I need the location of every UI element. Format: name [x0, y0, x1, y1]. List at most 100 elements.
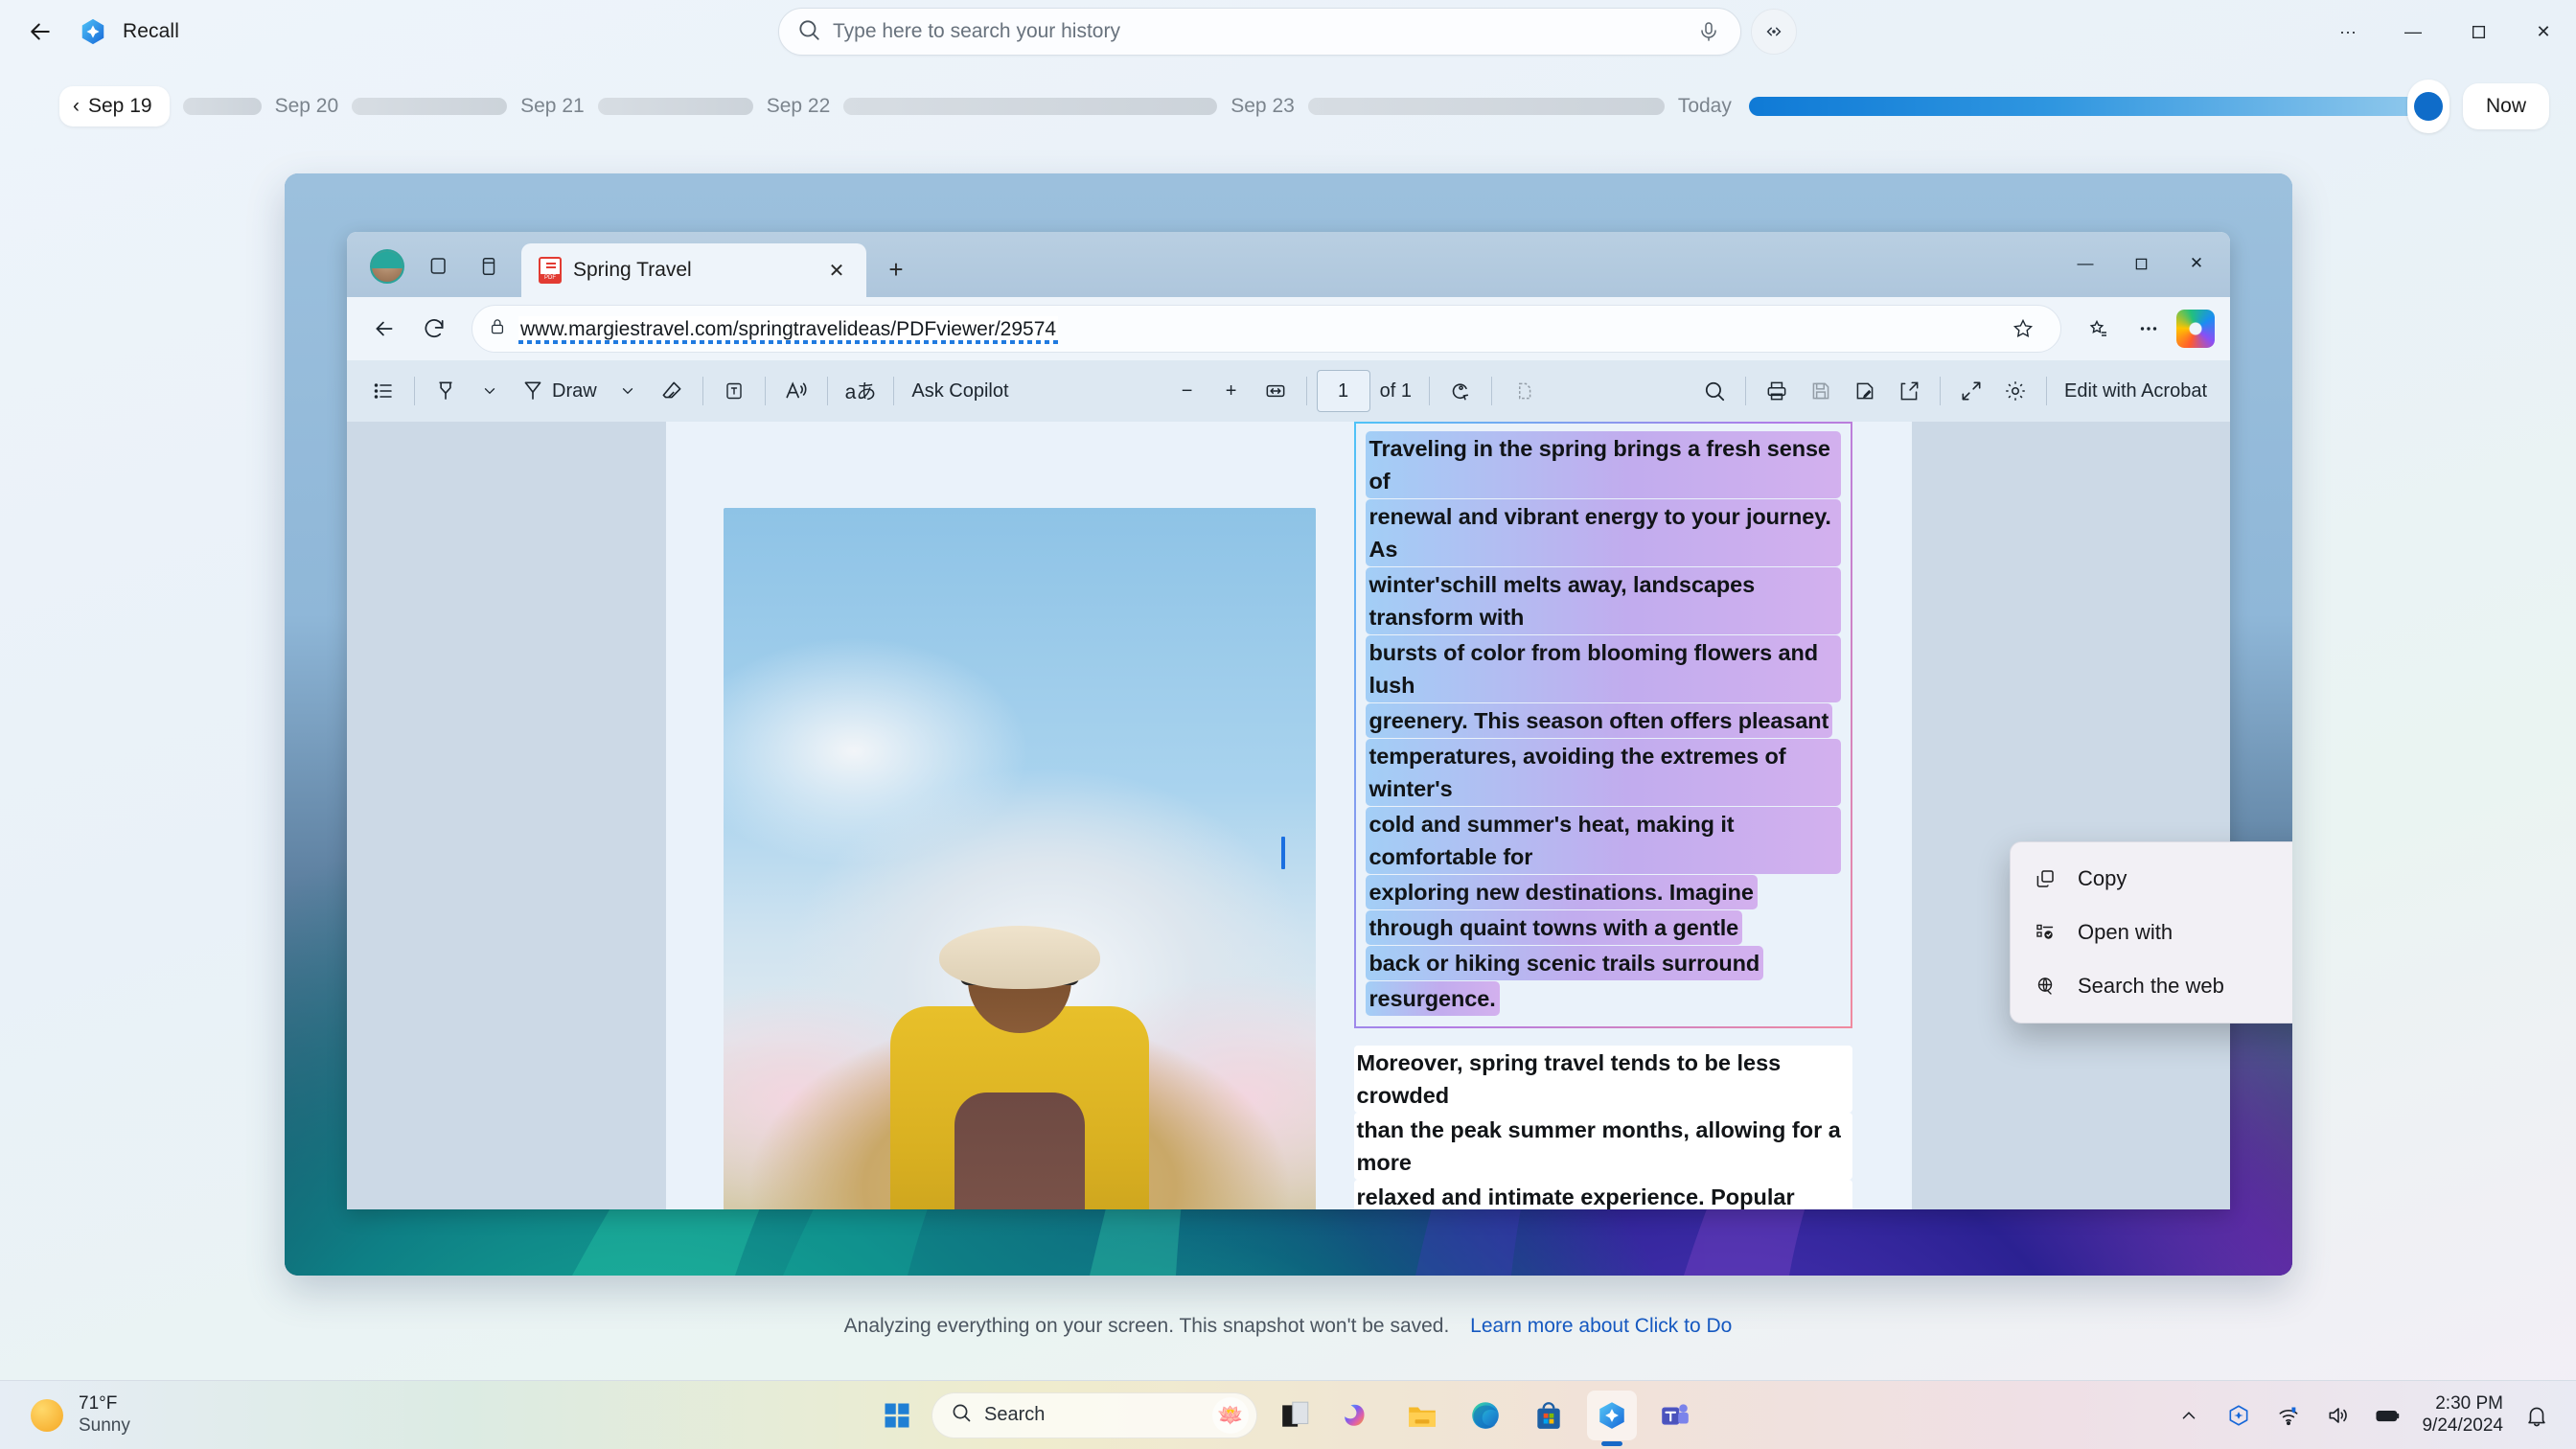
- ask-copilot-button[interactable]: Ask Copilot: [904, 370, 1016, 412]
- save-icon[interactable]: [1800, 370, 1842, 412]
- context-menu-item-copy[interactable]: Copy Ctrl+C: [2016, 852, 2292, 906]
- taskbar-search-input[interactable]: Search 🪷: [932, 1392, 1257, 1438]
- favorite-star-icon[interactable]: [2001, 307, 2045, 351]
- browser-more-icon[interactable]: [2127, 307, 2171, 351]
- pdf-viewer-canvas[interactable]: Traveling in the spring brings a fresh s…: [347, 422, 2230, 1209]
- collections-icon[interactable]: [2077, 307, 2121, 351]
- tab-collections-icon[interactable]: [420, 247, 458, 286]
- timeline-knob[interactable]: [2406, 80, 2450, 133]
- recall-snapshot[interactable]: Spring Travel ✕ + — ✕: [285, 173, 2292, 1276]
- page-number-input[interactable]: 1: [1316, 370, 1370, 412]
- search-icon: [950, 1401, 973, 1429]
- text-line: Moreover, spring travel tends to be less…: [1353, 1046, 1852, 1113]
- more-options-icon[interactable]: [1751, 9, 1797, 55]
- timeline-segment[interactable]: [352, 98, 508, 115]
- edge-tab-strip: Spring Travel ✕ + — ✕: [347, 232, 2230, 297]
- document-text-column: Traveling in the spring brings a fresh s…: [1353, 422, 1852, 1209]
- timeline-segment[interactable]: [597, 98, 753, 115]
- share-icon[interactable]: [1888, 370, 1930, 412]
- timeline-progress[interactable]: [1748, 97, 2421, 116]
- copilot-icon[interactable]: [2176, 310, 2215, 348]
- minimize-button[interactable]: —: [2380, 0, 2446, 63]
- new-tab-button[interactable]: +: [880, 253, 912, 286]
- maximize-button[interactable]: [2446, 0, 2511, 63]
- settings-gear-icon[interactable]: [1994, 370, 2036, 412]
- browser-tab[interactable]: Spring Travel ✕: [521, 243, 866, 297]
- text-line: exploring new destinations. Imagine: [1365, 875, 1758, 909]
- windows-start-icon[interactable]: [876, 1394, 918, 1437]
- fullscreen-icon[interactable]: [1950, 370, 1992, 412]
- app-more-button[interactable]: ···: [2315, 0, 2380, 63]
- edge-browser-window: Spring Travel ✕ + — ✕: [347, 232, 2230, 1209]
- microphone-icon[interactable]: [1694, 17, 1723, 46]
- print-icon[interactable]: [1756, 370, 1798, 412]
- context-menu-item-search-the-web[interactable]: Search the web: [2016, 959, 2292, 1013]
- taskbar-app-copilot[interactable]: [1334, 1391, 1384, 1440]
- battery-icon[interactable]: [2372, 1399, 2404, 1432]
- close-button[interactable]: ✕: [2511, 0, 2576, 63]
- now-button[interactable]: Now: [2462, 83, 2549, 129]
- browser-back-icon[interactable]: [362, 307, 406, 351]
- taskbar-center: Search 🪷: [876, 1390, 1700, 1440]
- read-aloud-icon[interactable]: [775, 370, 817, 412]
- volume-icon[interactable]: [2322, 1399, 2355, 1432]
- eraser-icon[interactable]: [651, 370, 693, 412]
- taskbar-app-microsoft-edge[interactable]: [1460, 1391, 1510, 1440]
- timeline-track[interactable]: Now: [1748, 80, 2549, 133]
- draw-button[interactable]: Draw: [513, 370, 605, 412]
- context-menu[interactable]: Copy Ctrl+C Open with ›: [2010, 841, 2292, 1024]
- timeline-segment[interactable]: [182, 98, 262, 115]
- context-menu-item-open-with[interactable]: Open with ›: [2016, 906, 2292, 959]
- address-input[interactable]: www.margiestravel.com/springtravelideas/…: [472, 305, 2061, 353]
- search-icon[interactable]: [1693, 370, 1736, 412]
- chevron-up-icon[interactable]: [2173, 1399, 2205, 1432]
- lock-icon: [488, 317, 507, 341]
- edge-maximize-button[interactable]: [2113, 243, 2169, 284]
- add-text-icon[interactable]: [713, 370, 755, 412]
- copilot-tray-icon[interactable]: [2222, 1399, 2255, 1432]
- taskbar-app-file-explorer[interactable]: [1397, 1391, 1447, 1440]
- text-line: back or hiking scenic trails surround: [1365, 946, 1764, 980]
- second-paragraph[interactable]: Moreover, spring travel tends to be less…: [1353, 1046, 1852, 1209]
- tab-close-icon[interactable]: ✕: [820, 254, 853, 287]
- network-icon[interactable]: [2272, 1399, 2305, 1432]
- back-arrow-icon[interactable]: [19, 11, 61, 53]
- taskbar-app-microsoft-teams[interactable]: [1650, 1391, 1700, 1440]
- search-icon: [796, 17, 821, 47]
- timeline-segment[interactable]: [1307, 98, 1665, 115]
- weather-widget[interactable]: 71°F Sunny: [31, 1393, 130, 1437]
- chevron-down-icon[interactable]: [469, 370, 511, 412]
- rotate-icon[interactable]: [1439, 370, 1482, 412]
- context-menu-label: Copy: [2078, 866, 2128, 890]
- fit-to-width-icon[interactable]: [1254, 370, 1297, 412]
- chevron-down-icon[interactable]: [607, 370, 649, 412]
- timeline-scrubber[interactable]: ‹ Sep 19 Sep 20 Sep 21 Sep 22 Sep 23 Tod…: [0, 80, 2576, 133]
- highlighter-icon[interactable]: [425, 370, 467, 412]
- split-screen-icon[interactable]: [470, 247, 508, 286]
- translate-icon[interactable]: aあ: [838, 370, 885, 412]
- system-tray: 2:30 PM 9/24/2024: [2173, 1393, 2553, 1438]
- taskbar-app-task-view[interactable]: [1271, 1391, 1321, 1440]
- taskbar-app-microsoft-store[interactable]: [1524, 1391, 1574, 1440]
- timeline-segment[interactable]: [843, 98, 1218, 115]
- edge-minimize-button[interactable]: —: [2058, 243, 2113, 284]
- browser-reload-icon[interactable]: [412, 307, 456, 351]
- learn-more-link[interactable]: Learn more about Click to Do: [1470, 1315, 1732, 1337]
- bell-icon[interactable]: [2520, 1399, 2553, 1432]
- page-view-icon[interactable]: [1502, 370, 1544, 412]
- lotus-icon[interactable]: 🪷: [1212, 1396, 1249, 1434]
- zoom-in-button[interactable]: +: [1210, 370, 1253, 412]
- timeline-current-day[interactable]: ‹ Sep 19: [59, 86, 170, 126]
- edit-with-acrobat-button[interactable]: Edit with Acrobat: [2057, 370, 2215, 412]
- text-line: cold and summer's heat, making it comfor…: [1365, 807, 1841, 874]
- profile-avatar[interactable]: [370, 249, 404, 284]
- zoom-out-button[interactable]: −: [1166, 370, 1208, 412]
- highlighted-paragraph[interactable]: Traveling in the spring brings a fresh s…: [1353, 422, 1852, 1028]
- save-as-icon[interactable]: [1844, 370, 1886, 412]
- recall-titlebar: Recall Type here to search your history …: [0, 0, 2576, 63]
- table-of-contents-icon[interactable]: [362, 370, 404, 412]
- taskbar-clock[interactable]: 2:30 PM 9/24/2024: [2422, 1393, 2503, 1438]
- edge-close-button[interactable]: ✕: [2169, 243, 2224, 284]
- search-input[interactable]: Type here to search your history: [778, 8, 1741, 56]
- taskbar-app-recall[interactable]: [1587, 1390, 1637, 1440]
